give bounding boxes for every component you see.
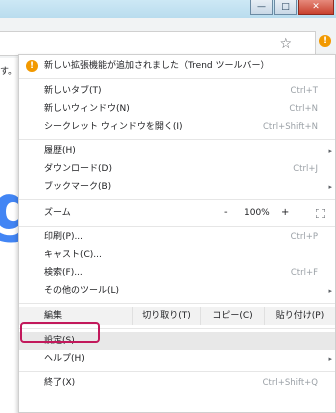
submenu-arrow-icon: ▸ (328, 183, 332, 191)
minimize-icon: — (257, 2, 266, 12)
new-tab-shortcut: Ctrl+T (290, 86, 318, 96)
history-label: 履歴(H) (44, 146, 76, 156)
new-tab-label: 新しいタブ(T) (44, 86, 102, 96)
incognito-shortcut: Ctrl+Shift+N (262, 122, 318, 132)
page-partial-text: す。 (0, 67, 18, 77)
menu-divider (19, 78, 335, 79)
maximize-button[interactable]: □ (274, 0, 297, 15)
menu-item-bookmarks[interactable]: ブックマーク(B) ▸ (19, 178, 335, 196)
fullscreen-icon[interactable] (316, 209, 325, 218)
settings-highlight-box (20, 322, 100, 343)
menu-item-downloads[interactable]: ダウンロード(D) Ctrl+J (19, 160, 335, 178)
exit-shortcut: Ctrl+Shift+Q (262, 378, 318, 388)
menu-alert-button[interactable]: ! (319, 35, 331, 47)
close-icon: ✕ (312, 2, 320, 12)
submenu-arrow-icon: ▸ (328, 355, 332, 363)
alert-icon: ! (26, 60, 38, 72)
title-bar: — □ ✕ (0, 0, 336, 18)
print-label: 印刷(P)... (44, 232, 84, 242)
menu-item-extension-notice[interactable]: ! 新しい拡張機能が追加されました（Trend ツールバー） (19, 57, 335, 75)
downloads-shortcut: Ctrl+J (293, 164, 318, 174)
more-tools-label: その他のツール(L) (44, 286, 120, 296)
bookmark-star-icon[interactable]: ☆ (279, 37, 292, 51)
new-window-label: 新しいウィンドウ(N) (44, 104, 130, 114)
browser-window: — □ ✕ ☆ ! す。 g ! 新しい拡張機能が追加されました（Trend ツ… (0, 0, 336, 413)
menu-divider (19, 199, 335, 200)
copy-button[interactable]: コピー(C) (200, 307, 264, 325)
downloads-label: ダウンロード(D) (44, 164, 112, 174)
close-window-button[interactable]: ✕ (298, 0, 334, 15)
minimize-button[interactable]: — (250, 0, 273, 15)
zoom-level: 100% (244, 208, 270, 218)
submenu-arrow-icon: ▸ (328, 147, 332, 155)
cut-button[interactable]: 切り取り(T) (132, 307, 200, 325)
menu-item-new-tab[interactable]: 新しいタブ(T) Ctrl+T (19, 82, 335, 100)
new-window-shortcut: Ctrl+N (289, 104, 318, 114)
menu-item-help[interactable]: ヘルプ(H) ▸ (19, 350, 335, 368)
menu-item-history[interactable]: 履歴(H) ▸ (19, 142, 335, 160)
window-controls: — □ ✕ (249, 0, 334, 15)
incognito-label: シークレット ウィンドウを開く(I) (44, 122, 183, 132)
menu-divider (19, 303, 335, 304)
menu-item-print[interactable]: 印刷(P)... Ctrl+P (19, 228, 335, 246)
menu-item-incognito[interactable]: シークレット ウィンドウを開く(I) Ctrl+Shift+N (19, 118, 335, 136)
print-shortcut: Ctrl+P (290, 232, 318, 242)
bookmarks-label: ブックマーク(B) (44, 182, 112, 192)
find-shortcut: Ctrl+F (290, 268, 318, 278)
maximize-icon: □ (281, 2, 290, 12)
menu-divider (19, 139, 335, 140)
find-label: 検索(F)... (44, 268, 83, 278)
menu-item-find[interactable]: 検索(F)... Ctrl+F (19, 264, 335, 282)
zoom-in-button[interactable]: + (281, 204, 289, 222)
menu-divider (19, 226, 335, 227)
zoom-label: ズーム (44, 208, 71, 218)
cast-label: キャスト(C)... (44, 250, 102, 260)
paste-button[interactable]: 貼り付け(P) (264, 307, 335, 325)
submenu-arrow-icon: ▸ (328, 287, 332, 295)
zoom-out-button[interactable]: - (224, 204, 228, 222)
chrome-main-menu: ! 新しい拡張機能が追加されました（Trend ツールバー） 新しいタブ(T) … (18, 54, 336, 413)
help-label: ヘルプ(H) (44, 354, 85, 364)
menu-divider (19, 371, 335, 372)
address-bar[interactable]: ☆ (0, 31, 316, 56)
menu-item-more-tools[interactable]: その他のツール(L) ▸ (19, 282, 335, 300)
exit-label: 終了(X) (44, 378, 76, 388)
extension-notice-label: 新しい拡張機能が追加されました（Trend ツールバー） (44, 61, 270, 71)
menu-item-zoom: ズーム - 100% + (19, 204, 335, 222)
menu-item-new-window[interactable]: 新しいウィンドウ(N) Ctrl+N (19, 100, 335, 118)
menu-item-exit[interactable]: 終了(X) Ctrl+Shift+Q (19, 374, 335, 392)
menu-item-cast[interactable]: キャスト(C)... (19, 246, 335, 264)
